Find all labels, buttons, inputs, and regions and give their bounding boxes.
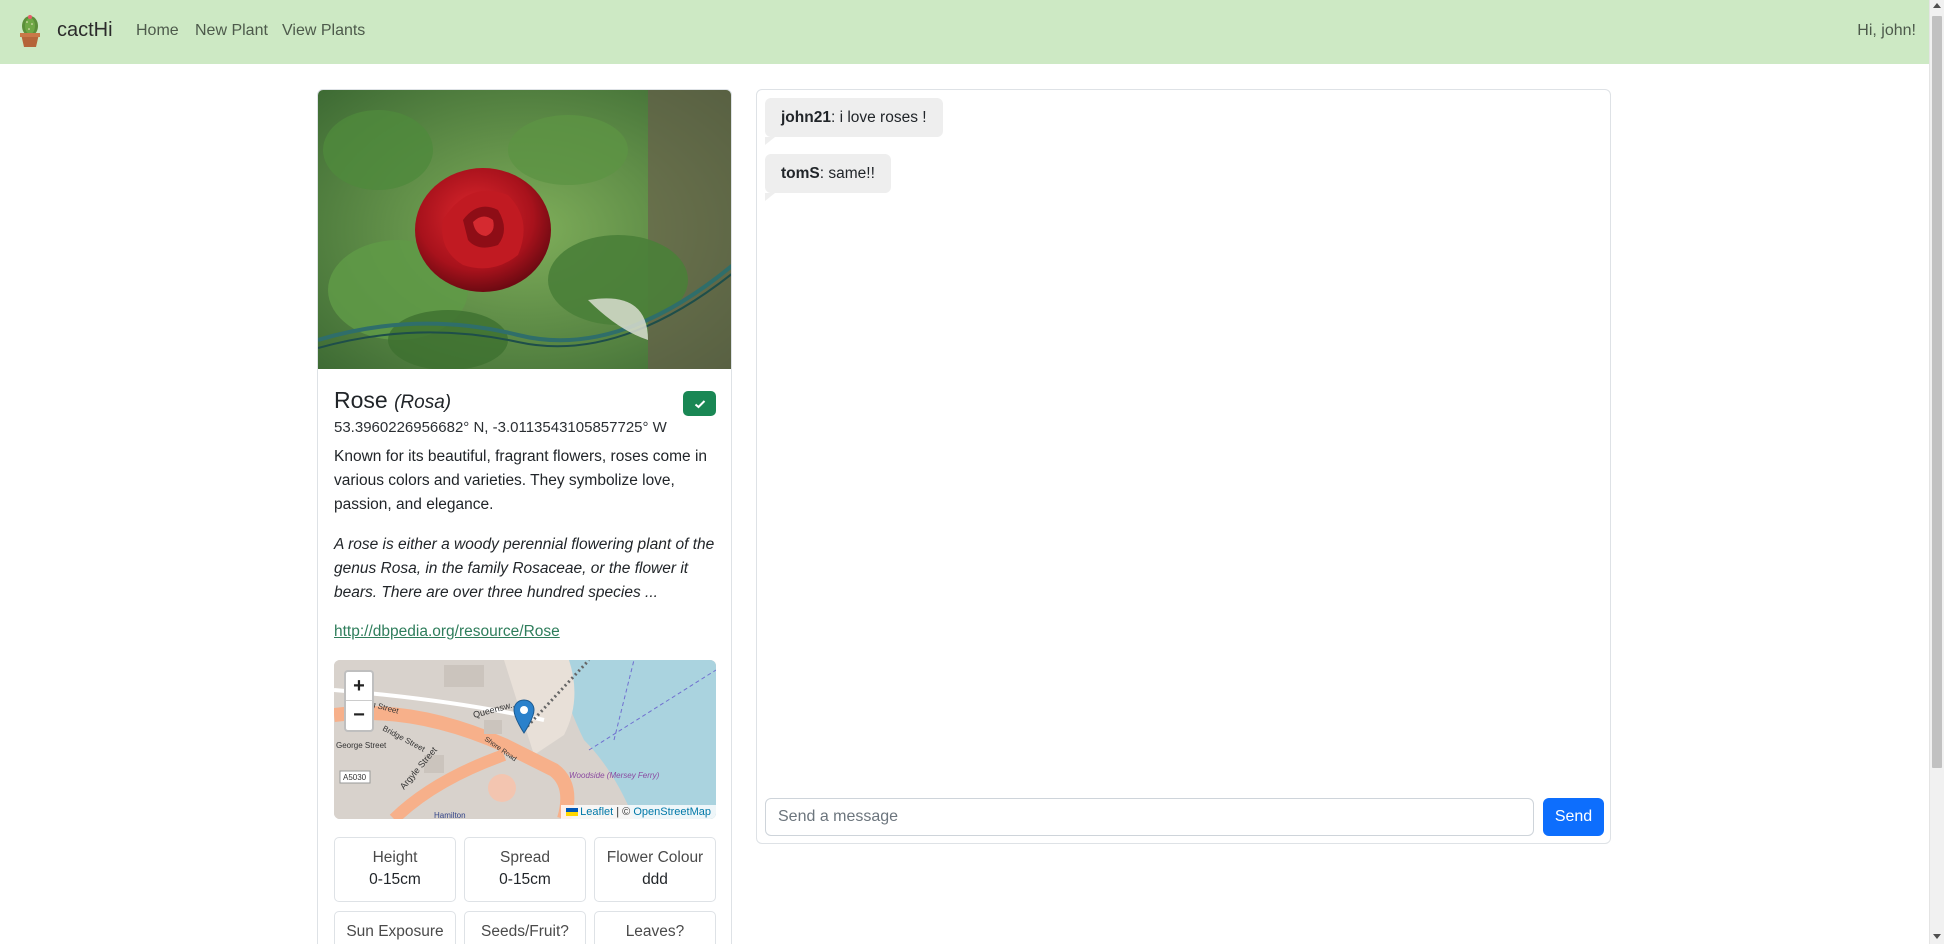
attribute-value: 0-15cm — [499, 871, 551, 888]
check-icon — [694, 400, 705, 409]
user-greeting: Hi, john! — [1857, 22, 1916, 39]
plant-description: Known for its beautiful, fragrant flower… — [334, 448, 708, 513]
cactus-pot-logo-icon[interactable] — [17, 14, 43, 48]
plant-name: Rose — [334, 387, 388, 413]
attribute-sun-exposure: Sun Exposure — [334, 911, 456, 944]
chat-text: : same!! — [819, 165, 875, 182]
plant-abstract: A rose is either a woody perennial flowe… — [334, 536, 715, 601]
attribute-label: Flower Colour — [606, 849, 704, 866]
chat-text: : i love roses ! — [830, 109, 927, 126]
scroll-up-arrow-icon[interactable] — [1933, 3, 1941, 8]
attribute-label: Height — [372, 849, 418, 866]
location-map[interactable]: ...ning Street Bridge Street George Stre… — [334, 660, 716, 819]
attribute-value: ddd — [642, 871, 668, 888]
attribute-label: Seeds/Fruit? — [481, 923, 569, 940]
attribute-label: Sun Exposure — [346, 923, 444, 940]
navbar: cactHi Home New Plant View Plants Hi, jo… — [0, 0, 1929, 64]
bubble-tail — [765, 137, 775, 145]
attribute-spread: Spread 0-15cm — [464, 837, 586, 902]
attribute-flower-colour: Flower Colour ddd — [594, 837, 716, 902]
plant-coordinates: 53.3960226956682° N, -3.0113543105857725… — [334, 419, 667, 436]
zoom-out-button[interactable]: − — [346, 701, 372, 730]
attribute-height: Height 0-15cm — [334, 837, 456, 902]
nav-view-plants-link[interactable]: View Plants — [282, 22, 365, 40]
plant-photo — [318, 90, 731, 369]
plant-title: Rose (Rosa) — [334, 387, 451, 414]
plant-card: Rose (Rosa) 53.3960226956682° N, -3.0113… — [317, 89, 732, 944]
brand-name[interactable]: cactHi — [57, 19, 113, 42]
chat-username: john21 — [781, 109, 831, 126]
attribute-label: Spread — [500, 849, 550, 866]
map-tiles[interactable]: ...ning Street Bridge Street George Stre… — [334, 660, 716, 819]
map-marker-icon[interactable] — [513, 699, 535, 735]
chat-message: john21: i love roses ! — [765, 98, 943, 145]
map-label-hamilton: Hamilton — [434, 811, 466, 819]
bubble-tail — [765, 193, 775, 201]
chat-message: tomS: same!! — [765, 154, 891, 201]
map-attribution: Leaflet | © OpenStreetMap — [561, 805, 716, 819]
rose-image — [318, 90, 731, 369]
openstreetmap-link[interactable]: OpenStreetMap — [633, 806, 711, 818]
send-button[interactable]: Send — [1543, 798, 1604, 836]
attribute-label: Leaves? — [625, 923, 685, 940]
plant-scientific-name: (Rosa) — [394, 392, 452, 413]
scroll-thumb[interactable] — [1932, 16, 1942, 768]
attribute-seeds-fruit: Seeds/Fruit? — [464, 911, 586, 944]
map-label-woodside: Woodside (Mersey Ferry) — [569, 771, 660, 780]
chat-panel: john21: i love roses ! tomS: same!! Send… — [756, 89, 1611, 844]
map-label-a5030: A5030 — [343, 773, 367, 782]
attribution-separator: | © — [613, 806, 634, 818]
map-zoom-control: + − — [344, 670, 374, 732]
chat-username: tomS — [781, 165, 820, 182]
identified-check-button[interactable] — [683, 391, 716, 416]
attribute-leaves: Leaves? — [594, 911, 716, 944]
leaflet-link[interactable]: Leaflet — [580, 806, 613, 818]
nav-new-plant-link[interactable]: New Plant — [195, 22, 268, 40]
nav-home-link[interactable]: Home — [136, 22, 179, 40]
zoom-in-button[interactable]: + — [346, 672, 372, 701]
scroll-down-arrow-icon[interactable] — [1933, 934, 1941, 939]
attribute-value: 0-15cm — [369, 871, 421, 888]
map-label-george-street: George Street — [336, 741, 387, 750]
page-scrollbar[interactable] — [1929, 0, 1944, 944]
ukraine-flag-icon — [566, 808, 579, 817]
message-input[interactable]: Send a message — [765, 798, 1534, 836]
dbpedia-link[interactable]: http://dbpedia.org/resource/Rose — [334, 623, 560, 641]
